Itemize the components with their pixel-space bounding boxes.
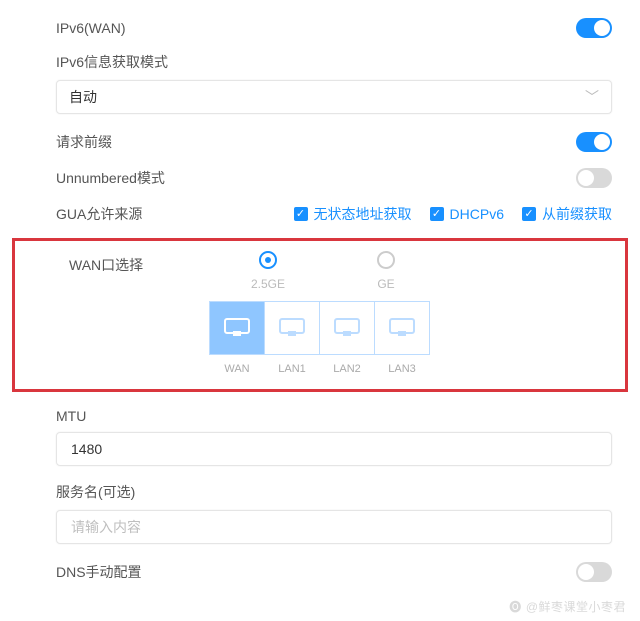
mtu-input-wrap[interactable]	[56, 432, 612, 466]
request-prefix-toggle[interactable]	[576, 132, 612, 152]
ethernet-port-icon	[222, 315, 252, 341]
ethernet-port-icon	[332, 315, 362, 341]
check-icon: ✓	[522, 207, 536, 221]
gua-checkbox-label: 无状态地址获取	[314, 204, 412, 224]
gua-checkbox-label: DHCPv6	[450, 206, 504, 222]
ipv6-wan-label: IPv6(WAN)	[56, 20, 196, 36]
service-name-input-wrap[interactable]	[56, 510, 612, 544]
ipv6-mode-select[interactable]: 自动 ﹀	[56, 80, 612, 114]
wan-select-highlight: WAN口选择 2.5GE GE	[12, 238, 628, 392]
wan-radio-ge[interactable]	[377, 251, 395, 269]
weibo-icon: 🅞	[509, 600, 522, 614]
gua-label: GUA允许来源	[56, 204, 196, 224]
service-name-label: 服务名(可选)	[0, 476, 640, 506]
mtu-label: MTU	[0, 402, 640, 428]
ipv6-wan-toggle[interactable]	[576, 18, 612, 38]
wan-radio-label: GE	[377, 277, 394, 291]
ipv6-mode-label: IPv6信息获取模式	[0, 46, 640, 76]
check-icon: ✓	[430, 207, 444, 221]
port-lan2[interactable]	[319, 301, 375, 355]
dns-manual-label: DNS手动配置	[56, 562, 196, 582]
gua-checkbox-stateless[interactable]: ✓ 无状态地址获取	[294, 204, 412, 224]
dns-manual-toggle[interactable]	[576, 562, 612, 582]
service-name-input[interactable]	[69, 518, 599, 536]
gua-checkbox-from-prefix[interactable]: ✓ 从前缀获取	[522, 204, 612, 224]
wan-radio-2_5ge[interactable]	[259, 251, 277, 269]
port-label: LAN3	[374, 363, 430, 375]
mtu-input[interactable]	[69, 440, 599, 458]
port-label: LAN2	[319, 363, 375, 375]
watermark: 🅞@鲜枣课堂小枣君	[509, 598, 626, 615]
check-icon: ✓	[294, 207, 308, 221]
ethernet-port-icon	[277, 315, 307, 341]
port-diagram	[209, 301, 615, 355]
unnumbered-toggle[interactable]	[576, 168, 612, 188]
port-lan1[interactable]	[264, 301, 320, 355]
wan-radio-label: 2.5GE	[251, 277, 285, 291]
request-prefix-label: 请求前缀	[56, 132, 196, 152]
ethernet-port-icon	[387, 315, 417, 341]
port-label: WAN	[209, 363, 265, 375]
unnumbered-label: Unnumbered模式	[56, 168, 196, 188]
gua-checkbox-label: 从前缀获取	[542, 204, 612, 224]
wan-select-label: WAN口选择	[69, 251, 209, 275]
chevron-down-icon: ﹀	[585, 87, 599, 107]
gua-checkbox-dhcpv6[interactable]: ✓ DHCPv6	[430, 206, 504, 222]
port-lan3[interactable]	[374, 301, 430, 355]
port-wan[interactable]	[209, 301, 265, 355]
ipv6-mode-value: 自动	[69, 87, 585, 107]
port-label: LAN1	[264, 363, 320, 375]
